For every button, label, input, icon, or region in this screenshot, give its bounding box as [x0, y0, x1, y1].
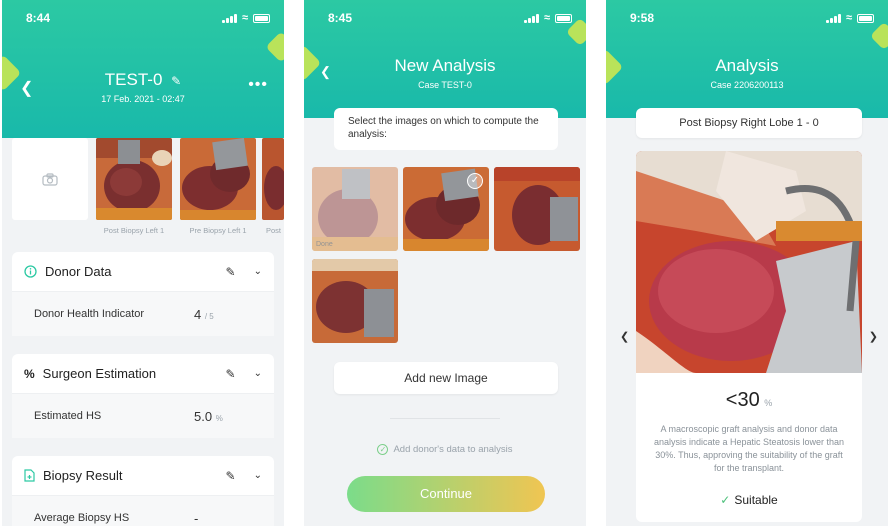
- decor-diamond: [869, 21, 888, 51]
- page-subtitle: Case 2206200113: [710, 80, 784, 90]
- chevron-left-icon[interactable]: ❮: [620, 330, 629, 343]
- status-time: 8:44: [26, 11, 51, 25]
- result-description: A macroscopic graft analysis and donor d…: [653, 424, 845, 473]
- donor-data-title: Donor Data: [45, 264, 112, 279]
- row-value: 4: [194, 306, 202, 322]
- image-thumbnail[interactable]: [262, 138, 284, 220]
- battery-icon: [555, 13, 572, 23]
- result-value: <30: [725, 389, 760, 411]
- selectable-image[interactable]: [494, 167, 580, 251]
- estimated-hs-row: Estimated HS 5.0 %: [12, 394, 274, 438]
- row-unit: %: [215, 413, 223, 423]
- wifi-icon: ≈: [241, 12, 248, 24]
- page-subtitle: 17 Feb. 2021 - 02:47: [101, 94, 185, 104]
- chevron-down-icon[interactable]: ⌄: [254, 470, 262, 481]
- surgeon-estimation-card: % Surgeon Estimation ✎ ⌄ Estimated HS 5.…: [12, 354, 274, 438]
- add-donor-data-toggle[interactable]: ✓ Add donor's data to analysis: [304, 444, 586, 455]
- analysis-screen: 9:58 ≈ Analysis Case 2206200113 Post Bio…: [606, 0, 888, 526]
- analysis-photo: [636, 151, 862, 373]
- done-label: Done: [316, 241, 333, 248]
- add-new-image-button[interactable]: Add new Image: [334, 362, 558, 394]
- battery-icon: [857, 13, 874, 23]
- surgeon-estimation-title: Surgeon Estimation: [42, 366, 157, 381]
- biopsy-result-title: Biopsy Result: [43, 468, 123, 483]
- edit-pencil-icon[interactable]: ✎: [226, 469, 236, 483]
- add-donor-label: Add donor's data to analysis: [393, 444, 513, 455]
- row-label: Estimated HS: [34, 410, 102, 422]
- donor-health-row: Donor Health Indicator 4 / 5: [12, 292, 274, 336]
- image-thumbnail[interactable]: [96, 138, 172, 220]
- page-title: TEST-0: [104, 70, 163, 89]
- signal-icon: [523, 13, 539, 23]
- edit-pencil-icon[interactable]: ✎: [226, 265, 236, 279]
- case-detail-screen: 8:44 ≈ ❮ TEST-0 ✎ 17 Feb. 2021 - 02:47 •…: [2, 0, 284, 526]
- thumbnail-caption: Post: [266, 226, 282, 235]
- page-title: Analysis: [715, 56, 779, 75]
- verdict-row: ✓ Suitable: [636, 493, 862, 507]
- signal-icon: [825, 13, 841, 23]
- battery-icon: [253, 13, 270, 23]
- instruction-box: Select the images on which to compute th…: [334, 108, 558, 150]
- signal-icon: [221, 13, 237, 23]
- biopsy-result-header[interactable]: Biopsy Result ✎ ⌄: [12, 456, 274, 496]
- selectable-image[interactable]: ✓: [403, 167, 489, 251]
- checkmark-icon: ✓: [467, 173, 483, 189]
- thumbnail-caption: Post Biopsy Left 1: [103, 226, 165, 235]
- edit-pencil-icon[interactable]: ✎: [226, 367, 236, 381]
- page-subtitle: Case TEST-0: [418, 80, 472, 90]
- chevron-down-icon[interactable]: ⌄: [254, 266, 262, 277]
- status-bar: 9:58 ≈: [606, 10, 888, 26]
- status-time: 8:45: [328, 11, 353, 25]
- page-title-row: TEST-0 ✎: [2, 70, 284, 90]
- status-bar: 8:45 ≈: [304, 10, 586, 26]
- verdict-label: Suitable: [734, 493, 778, 507]
- more-options-icon[interactable]: •••: [248, 76, 268, 94]
- donor-data-header[interactable]: Donor Data ✎ ⌄: [12, 252, 274, 292]
- edit-pencil-icon[interactable]: ✎: [171, 74, 181, 88]
- biopsy-result-card: Biopsy Result ✎ ⌄ Average Biopsy HS -: [12, 456, 274, 526]
- document-plus-icon: [24, 469, 35, 482]
- surgeon-estimation-header[interactable]: % Surgeon Estimation ✎ ⌄: [12, 354, 274, 394]
- camera-icon: [42, 172, 58, 186]
- selectable-image[interactable]: [312, 259, 398, 343]
- divider: [390, 418, 500, 419]
- chevron-right-icon[interactable]: ❯: [869, 330, 878, 343]
- row-unit: / 5: [204, 311, 214, 321]
- check-icon: ✓: [720, 493, 731, 507]
- result-value-row: <30 %: [636, 389, 862, 412]
- status-time: 9:58: [630, 11, 655, 25]
- row-value: -: [194, 510, 199, 526]
- wifi-icon: ≈: [543, 12, 550, 24]
- instruction-text: Select the images on which to compute th…: [348, 116, 539, 140]
- new-analysis-screen: 8:45 ≈ ❮ New Analysis Case TEST-0 Select…: [304, 0, 586, 526]
- thumbnail-caption: Pre Biopsy Left 1: [189, 226, 247, 235]
- selectable-image[interactable]: Done: [312, 167, 398, 251]
- percent-icon: %: [24, 366, 35, 381]
- image-label-pill: Post Biopsy Right Lobe 1 - 0: [636, 108, 862, 138]
- wifi-icon: ≈: [845, 12, 852, 24]
- continue-button[interactable]: Continue: [347, 476, 545, 512]
- decor-diamond: [265, 31, 284, 63]
- chevron-down-icon[interactable]: ⌄: [254, 368, 262, 379]
- row-label: Donor Health Indicator: [34, 308, 145, 320]
- info-icon: [24, 265, 37, 278]
- result-unit: %: [764, 398, 773, 408]
- image-thumbnail[interactable]: [180, 138, 256, 220]
- result-card: <30 % A macroscopic graft analysis and d…: [636, 151, 862, 522]
- check-circle-icon: ✓: [377, 444, 389, 455]
- status-bar: 8:44 ≈: [2, 10, 284, 26]
- add-photo-tile[interactable]: [12, 138, 88, 220]
- row-label: Average Biopsy HS: [34, 512, 130, 524]
- donor-data-card: Donor Data ✎ ⌄ Donor Health Indicator 4 …: [12, 252, 274, 336]
- row-value: 5.0: [194, 408, 213, 424]
- average-biopsy-row: Average Biopsy HS -: [12, 496, 274, 526]
- page-title: New Analysis: [394, 56, 496, 75]
